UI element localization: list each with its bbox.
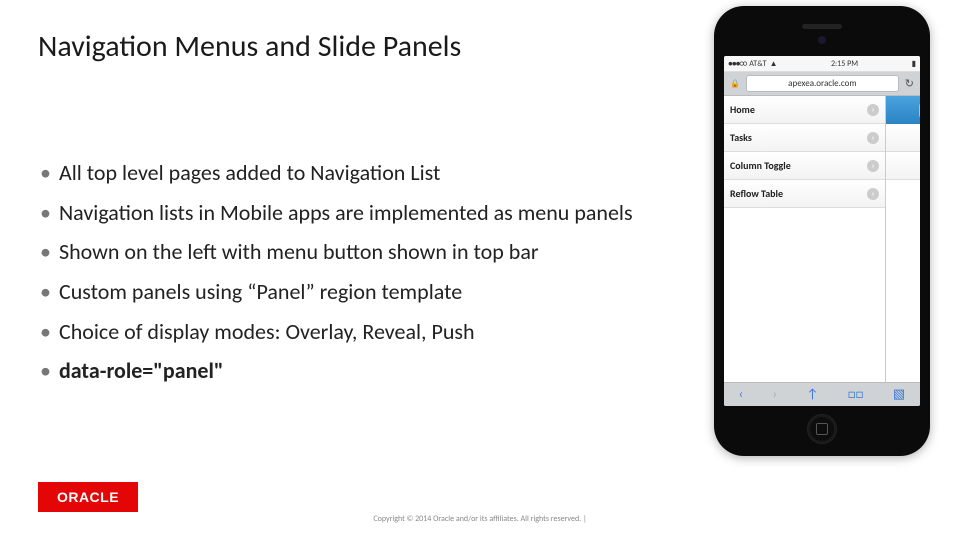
bullet-list: • All top level pages added to Navigation… (38, 158, 678, 396)
menu-item[interactable]: Tasks › (724, 124, 885, 152)
bullet-dot-icon: • (40, 158, 51, 188)
bullet-dot-icon: • (40, 317, 51, 347)
bullet-item: • data-role="panel" (38, 356, 678, 386)
share-icon[interactable]: ↑ (806, 387, 818, 402)
bullet-item: • Shown on the left with menu button show… (38, 237, 678, 267)
bullet-text: data-role="panel" (59, 356, 678, 386)
status-time: 2:15 PM (831, 59, 858, 69)
lock-icon: 🔒 (730, 79, 740, 89)
bookmarks-icon[interactable]: □□ (848, 387, 864, 402)
chevron-right-icon: › (867, 104, 879, 116)
slide-title: Navigation Menus and Slide Panels (38, 28, 461, 65)
phone-speaker (802, 24, 842, 29)
bullet-item: • Custom panels using “Panel” region temp… (38, 277, 678, 307)
menu-item[interactable]: Home › (724, 96, 885, 124)
menu-item-label: Reflow Table (730, 187, 783, 200)
menu-item-label: Home (730, 103, 755, 116)
bullet-dot-icon: • (40, 356, 51, 386)
menu-item-label: Column Toggle (730, 159, 791, 172)
refresh-icon[interactable]: ↻ (905, 77, 914, 90)
bullet-dot-icon: • (40, 237, 51, 267)
url-text: apexea.oracle.com (746, 75, 899, 92)
pushed-row[interactable]: › (886, 152, 920, 180)
bullet-item: • Navigation lists in Mobile apps are imp… (38, 198, 678, 228)
bullet-text: Navigation lists in Mobile apps are impl… (59, 198, 678, 228)
status-bar: ●●●○○ AT&T ▲ 2:15 PM ▮ (724, 56, 920, 72)
logout-button[interactable]: gout (919, 103, 920, 118)
forward-icon[interactable]: › (773, 387, 777, 402)
pushed-row[interactable]: › (886, 124, 920, 152)
bullet-item: • Choice of display modes: Overlay, Revea… (38, 317, 678, 347)
bullet-text: Shown on the left with menu button shown… (59, 237, 678, 267)
menu-item[interactable]: Reflow Table › (724, 180, 885, 208)
menu-panel: Home › Tasks › Column Toggle › Reflow Table › (724, 96, 886, 382)
wifi-icon: ▲ (770, 59, 778, 69)
carrier-label: AT&T (749, 59, 766, 69)
bullet-text: Custom panels using “Panel” region templ… (59, 277, 678, 307)
phone-screen: ●●●○○ AT&T ▲ 2:15 PM ▮ 🔒 apexea.oracle.c… (724, 56, 920, 406)
chevron-right-icon: › (867, 132, 879, 144)
chevron-right-icon: › (867, 160, 879, 172)
url-bar: 🔒 apexea.oracle.com ↻ (724, 72, 920, 96)
app-content: Home › Tasks › Column Toggle › Reflow Table › g… (724, 96, 920, 382)
bullet-item: • All top level pages added to Navigation… (38, 158, 678, 188)
bullet-dot-icon: • (40, 277, 51, 307)
bullet-text: Choice of display modes: Overlay, Reveal… (59, 317, 678, 347)
phone-mockup: ●●●○○ AT&T ▲ 2:15 PM ▮ 🔒 apexea.oracle.c… (714, 6, 930, 456)
copyright-text: Copyright © 2014 Oracle and/or its affil… (373, 514, 586, 524)
menu-item-label: Tasks (730, 131, 752, 144)
back-icon[interactable]: ‹ (739, 387, 743, 402)
phone-camera (818, 36, 826, 44)
signal-icon: ●●●○○ (728, 59, 746, 69)
bullet-text: All top level pages added to Navigation … (59, 158, 678, 188)
tabs-icon[interactable]: ▧ (893, 387, 905, 402)
battery-icon: ▮ (912, 59, 916, 69)
app-topbar: gout (886, 96, 920, 124)
home-button[interactable] (807, 414, 837, 444)
menu-item[interactable]: Column Toggle › (724, 152, 885, 180)
pushed-page: gout › › (886, 96, 920, 382)
oracle-logo: ORACLE (38, 482, 138, 512)
safari-toolbar: ‹ › ↑ □□ ▧ (724, 382, 920, 406)
bullet-dot-icon: • (40, 198, 51, 228)
chevron-right-icon: › (867, 188, 879, 200)
slide: Navigation Menus and Slide Panels • All t… (0, 0, 960, 540)
oracle-logo-text: ORACLE (57, 489, 119, 505)
